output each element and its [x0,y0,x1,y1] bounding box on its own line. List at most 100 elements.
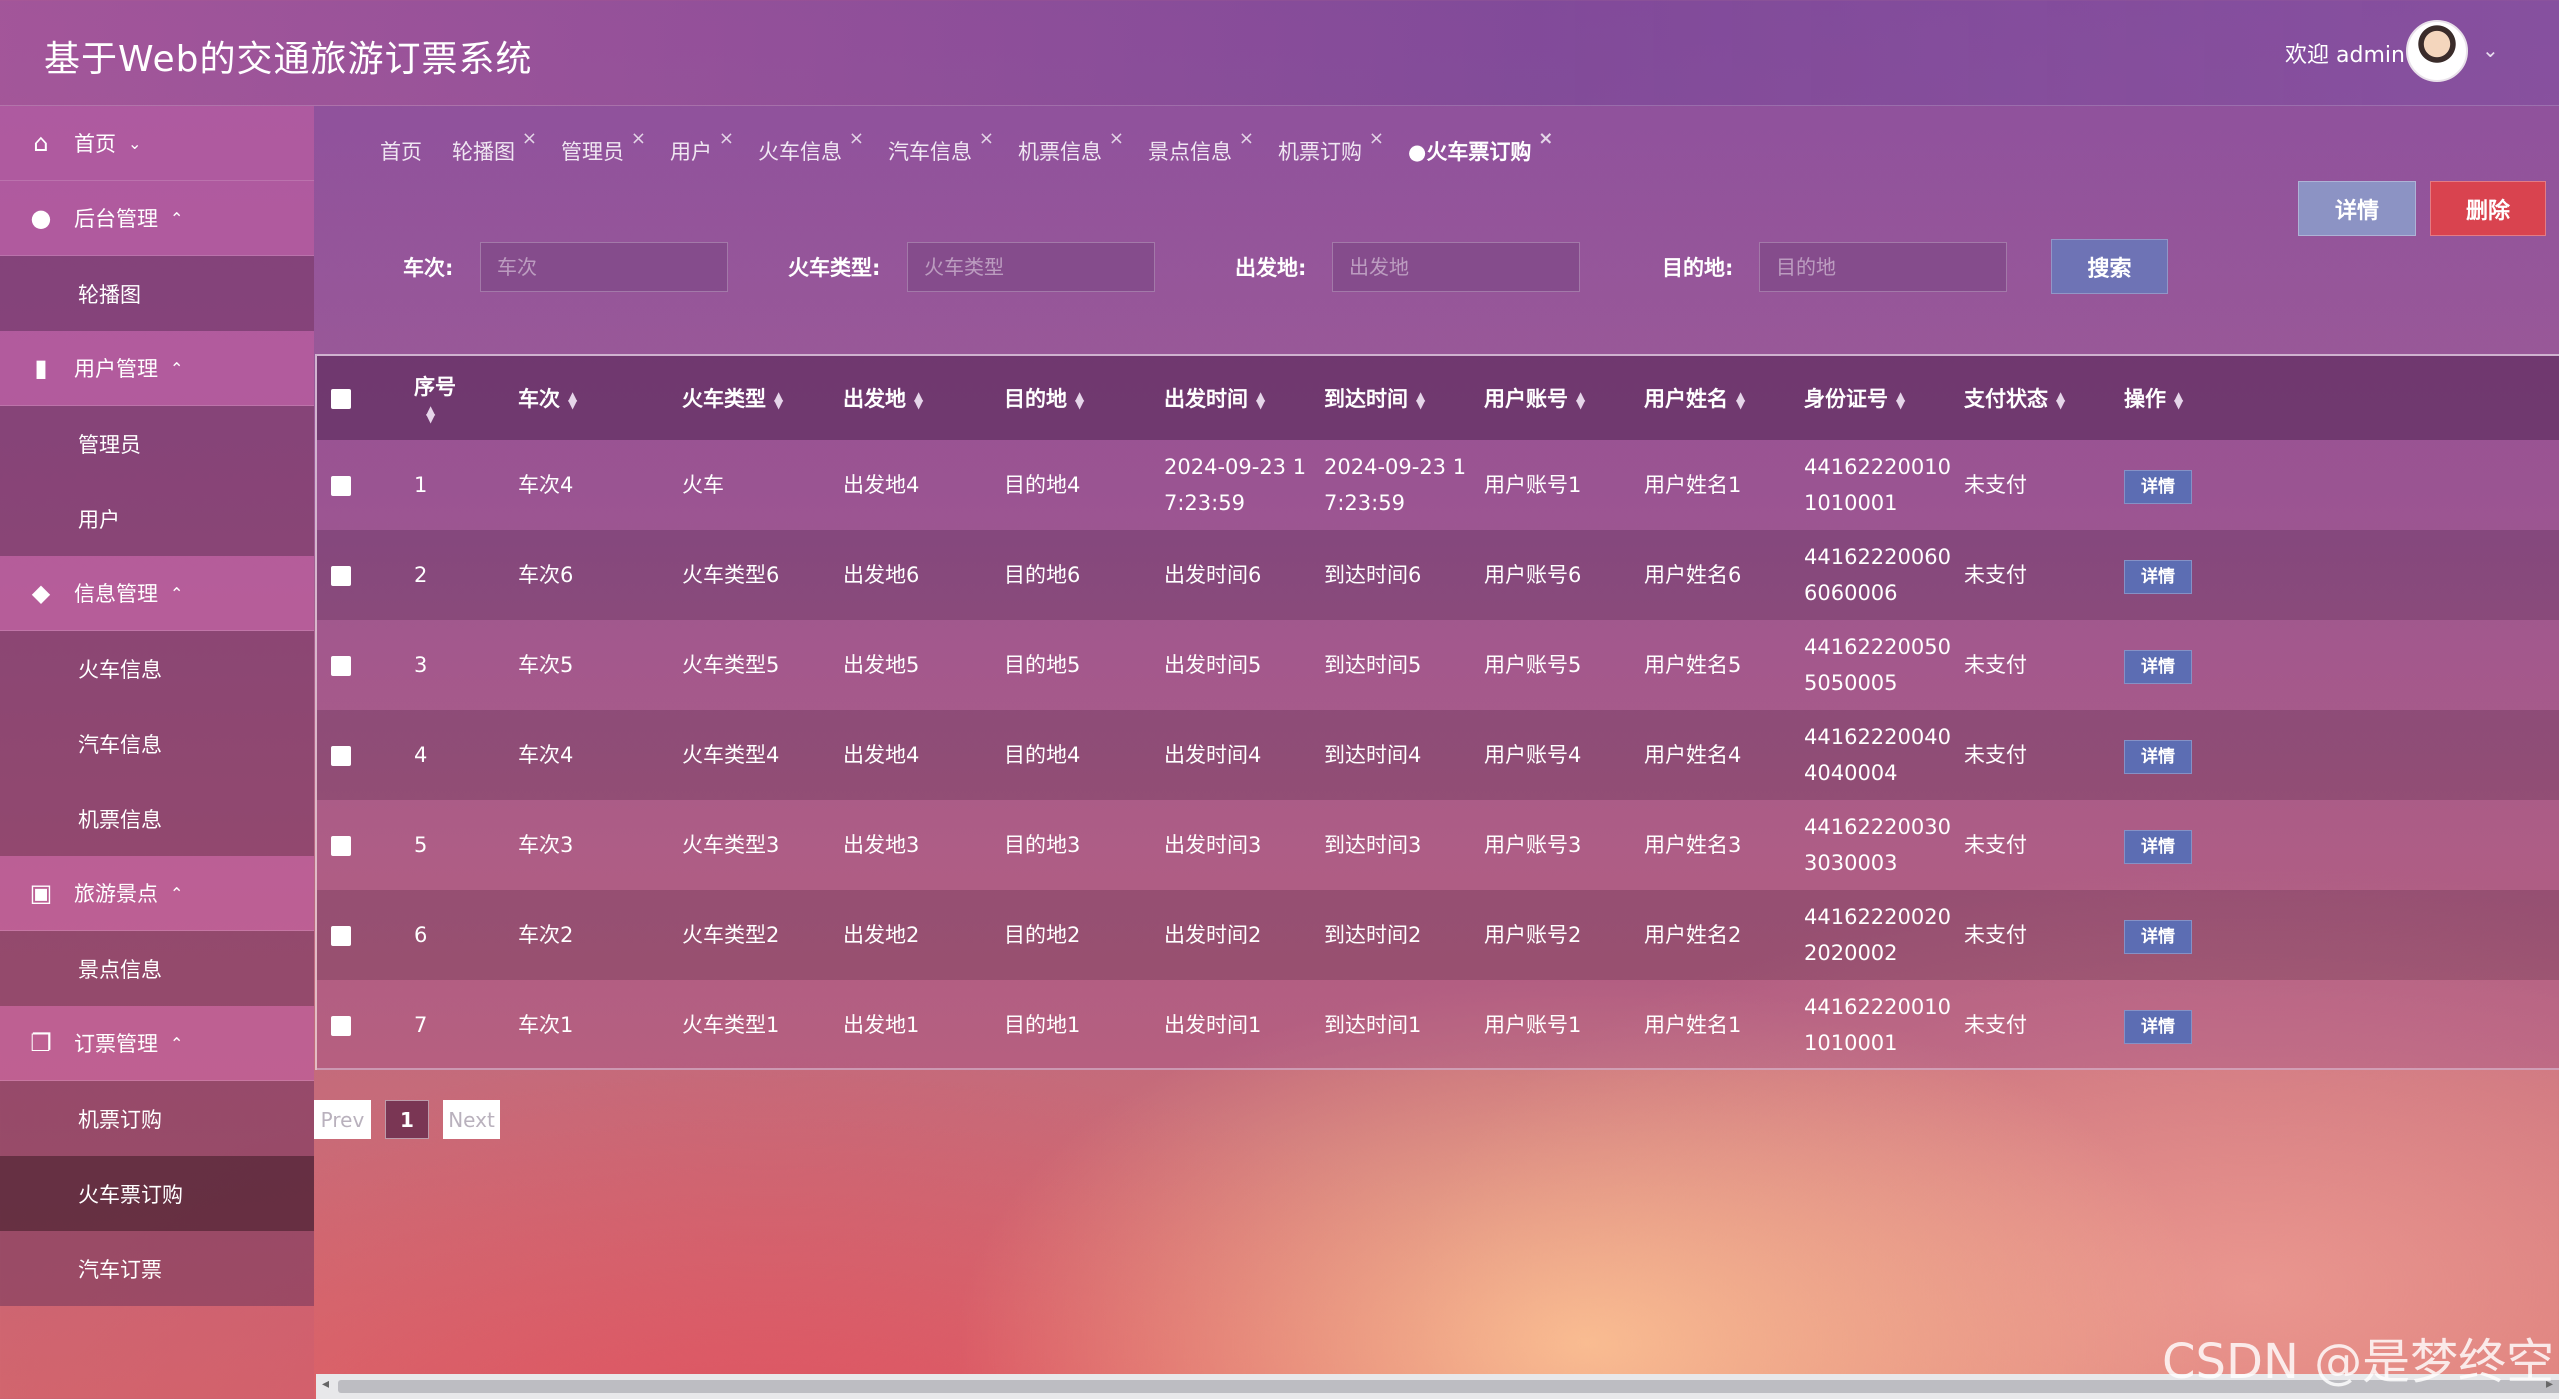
table-row[interactable]: 5 车次3 火车类型3 出发地3 目的地3 出发时间3 到达时间3 用户账号3 用户姓名3 441… [317,800,2559,890]
tab[interactable]: 景点信息 × [1148,128,1254,166]
search-button[interactable]: 搜索 [2051,239,2168,294]
close-icon[interactable]: × [1538,128,1553,149]
user-avatar-icon[interactable] [2406,20,2468,82]
row-detail-button[interactable]: 详情 [2124,469,2192,504]
row-detail-button[interactable]: 详情 [2124,739,2192,774]
sort-icon[interactable]: ▲ ▼ [426,404,435,424]
sidebar-item[interactable]: 景点信息 [0,931,314,1006]
sidebar-item[interactable]: 管理员 [0,406,314,481]
sidebar-group[interactable]: ◆ 信息管理 ⌃ [0,556,314,631]
sort-icon[interactable]: ▲ ▼ [1416,390,1425,410]
close-icon[interactable]: × [979,128,994,149]
column-header[interactable]: 目的地 [1004,387,1067,411]
column-header[interactable]: 用户姓名 [1644,387,1728,411]
search-input-train[interactable] [480,242,728,292]
sort-icon[interactable]: ▲ ▼ [1896,390,1905,410]
page-number-button[interactable]: 1 [385,1100,429,1139]
table-cell-name: 用户姓名2 [1644,923,1742,947]
row-checkbox[interactable] [331,476,351,496]
top-header: 基于Web的交通旅游订票系统 欢迎 admin ⌄ [0,0,2559,106]
sidebar-item[interactable]: 火车票订购 [0,1156,314,1231]
tab[interactable]: 火车信息 × [758,128,864,166]
column-header[interactable]: 出发地 [843,387,906,411]
table-row[interactable]: 3 车次5 火车类型5 出发地5 目的地5 出发时间5 到达时间5 用户账号5 用户姓名5 441… [317,620,2559,710]
row-detail-button[interactable]: 详情 [2124,1009,2192,1044]
tab[interactable]: 机票信息 × [1018,128,1124,166]
table-cell-pay: 未支付 [1964,743,2027,767]
scroll-left-icon[interactable]: ◂ [322,1376,329,1392]
sort-icon[interactable]: ▲ ▼ [1736,390,1745,410]
sort-icon[interactable]: ▲ ▼ [774,390,783,410]
row-checkbox[interactable] [331,836,351,856]
search-input-to[interactable] [1759,242,2007,292]
row-checkbox[interactable] [331,1016,351,1036]
tab-label: 景点信息 [1148,140,1232,164]
row-checkbox[interactable] [331,566,351,586]
sort-icon[interactable]: ▲ ▼ [2056,390,2065,410]
search-input-type[interactable] [907,242,1155,292]
column-header[interactable]: 到达时间 [1324,387,1408,411]
close-icon[interactable]: × [1369,128,1384,149]
prev-page-button[interactable]: Prev [314,1100,371,1139]
tab[interactable]: 用户 × [670,128,734,166]
row-detail-button[interactable]: 详情 [2124,649,2192,684]
row-detail-button[interactable]: 详情 [2124,919,2192,954]
tab[interactable]: 轮播图 × [452,128,537,166]
sort-icon[interactable]: ▲ ▼ [1075,390,1084,410]
sidebar-item[interactable]: 机票信息 [0,781,314,856]
select-all-checkbox[interactable] [331,389,351,409]
column-header[interactable]: 身份证号 [1804,387,1888,411]
tab[interactable]: 汽车信息 × [888,128,994,166]
table-row[interactable]: 2 车次6 火车类型6 出发地6 目的地6 出发时间6 到达时间6 用户账号6 用户姓名6 441… [317,530,2559,620]
sort-icon[interactable]: ▲ ▼ [914,390,923,410]
close-icon[interactable]: × [522,128,537,149]
sidebar-item[interactable]: 用户 [0,481,314,556]
sidebar-item[interactable]: 火车信息 [0,631,314,706]
column-header[interactable]: 车次 [518,387,560,411]
delete-button[interactable]: 删除 [2430,181,2546,236]
sort-icon[interactable]: ▲ ▼ [1576,390,1585,410]
sidebar-item[interactable]: 汽车信息 [0,706,314,781]
sidebar-group[interactable]: ● 后台管理 ⌃ [0,181,314,256]
column-header[interactable]: 出发时间 [1164,387,1248,411]
table-cell-depart: 出发时间2 [1164,923,1262,947]
column-header[interactable]: 序号 [414,375,456,399]
table-row[interactable]: 7 车次1 火车类型1 出发地1 目的地1 出发时间1 到达时间1 用户账号1 用户姓名1 441… [317,980,2559,1070]
chevron-down-icon[interactable]: ⌄ [2482,38,2499,62]
tab[interactable]: 机票订购 × [1278,128,1384,166]
close-icon[interactable]: × [1239,128,1254,149]
row-checkbox[interactable] [331,746,351,766]
sort-icon[interactable]: ▲ ▼ [2174,390,2183,410]
search-input-from[interactable] [1332,242,1580,292]
sort-icon[interactable]: ▲ ▼ [1256,390,1265,410]
sidebar-item[interactable]: 机票订购 [0,1081,314,1156]
row-detail-button[interactable]: 详情 [2124,829,2192,864]
tab[interactable]: 首页 [380,136,422,166]
next-page-button[interactable]: Next [443,1100,500,1139]
table-row[interactable]: 6 车次2 火车类型2 出发地2 目的地2 出发时间2 到达时间2 用户账号2 用户姓名2 441… [317,890,2559,980]
column-header[interactable]: 用户账号 [1484,387,1568,411]
sort-icon[interactable]: ▲ ▼ [568,390,577,410]
close-icon[interactable]: × [849,128,864,149]
row-checkbox[interactable] [331,926,351,946]
detail-button[interactable]: 详情 [2298,181,2416,236]
sidebar-item[interactable]: 轮播图 [0,256,314,331]
table-row[interactable]: 1 车次4 火车 出发地4 目的地4 2024-09-23 17:23:59 2024-09… [317,440,2559,530]
close-icon[interactable]: × [719,128,734,149]
table-row[interactable]: 4 车次4 火车类型4 出发地4 目的地4 出发时间4 到达时间4 用户账号4 用户姓名4 441… [317,710,2559,800]
sidebar-item[interactable]: 汽车订票 [0,1231,314,1306]
column-header[interactable]: 火车类型 [682,387,766,411]
tab[interactable]: 管理员 × [561,128,646,166]
tab-label: 汽车信息 [888,140,972,164]
sidebar-group[interactable]: ❐ 订票管理 ⌃ [0,1006,314,1081]
sidebar-group[interactable]: ⌂ 首页 ⌄ [0,106,314,181]
close-icon[interactable]: × [631,128,646,149]
tab[interactable]: ●火车票订购 × [1408,128,1553,166]
sidebar-group[interactable]: ▣ 旅游景点 ⌃ [0,856,314,931]
column-header[interactable]: 支付状态 [1964,387,2048,411]
sidebar-group[interactable]: ▮ 用户管理 ⌃ [0,331,314,406]
column-header[interactable]: 操作 [2124,387,2166,411]
row-detail-button[interactable]: 详情 [2124,559,2192,594]
close-icon[interactable]: × [1109,128,1124,149]
row-checkbox[interactable] [331,656,351,676]
